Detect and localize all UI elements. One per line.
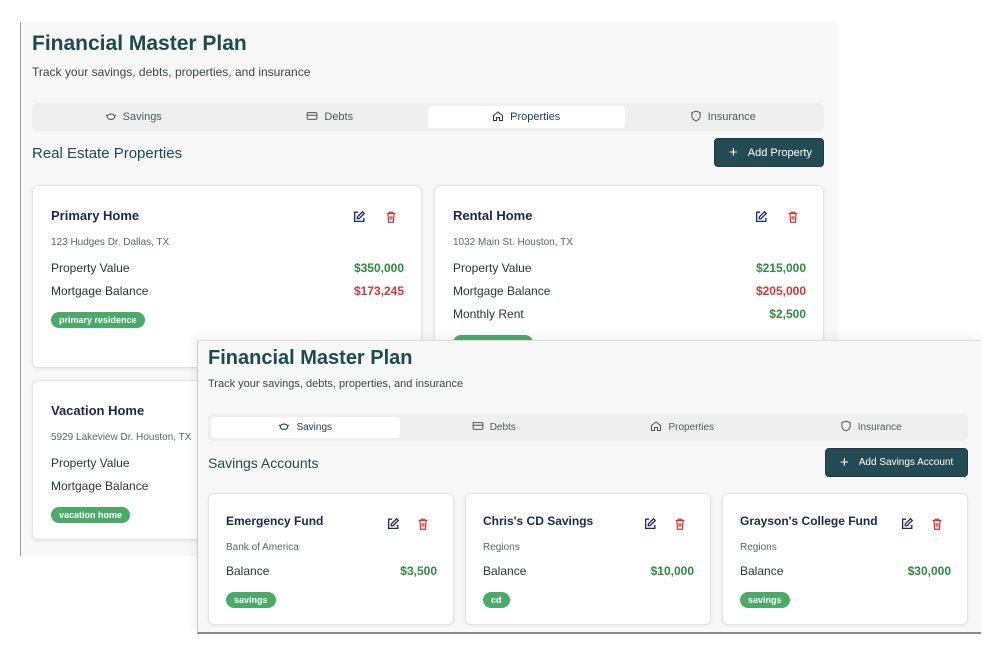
trash-icon[interactable] <box>673 517 687 531</box>
property-address: 123 Hudges Dr. Dallas, TX <box>51 237 170 248</box>
row-label: Property Value <box>51 261 130 275</box>
balance-value: $3,500 <box>400 564 437 578</box>
plus-icon: + <box>840 454 849 471</box>
property-value-row: Property Value $215,000 <box>453 261 806 275</box>
section-title: Real Estate Properties <box>32 145 183 162</box>
edit-icon[interactable] <box>900 517 914 531</box>
page-title: Financial Master Plan <box>32 32 247 55</box>
tab-label: Insurance <box>857 422 902 433</box>
tab-label: Debts <box>324 111 354 123</box>
account-name: Emergency Fund <box>226 514 324 528</box>
trash-icon[interactable] <box>930 517 944 531</box>
property-address: 1032 Main St. Houston, TX <box>453 237 573 248</box>
property-address: 5929 Lakeview Dr. Houston, TX <box>51 432 192 443</box>
property-name: Rental Home <box>453 208 533 223</box>
tab-label: Properties <box>668 422 715 433</box>
tab-properties[interactable]: Properties <box>428 106 625 128</box>
credit-card-icon <box>472 420 484 435</box>
row-value: $173,245 <box>353 284 404 298</box>
edit-icon[interactable] <box>643 517 657 531</box>
tab-label: Savings <box>122 111 162 123</box>
shield-icon <box>840 420 852 435</box>
institution-name: Regions <box>740 542 777 553</box>
row-label: Mortgage Balance <box>51 284 149 298</box>
section-title: Savings Accounts <box>208 455 319 471</box>
savings-card: Emergency Fund Bank of America Balance $… <box>208 493 454 625</box>
balance-value: $10,000 <box>650 564 694 578</box>
property-name: Primary Home <box>51 208 140 223</box>
page-subtitle: Track your savings, debts, properties, a… <box>208 378 464 390</box>
home-icon <box>650 420 662 435</box>
tab-bar: Savings Debts Properties Insurance <box>32 103 824 131</box>
shield-icon <box>690 110 702 125</box>
add-property-button[interactable]: + Add Property <box>714 138 824 167</box>
row-label: Balance <box>740 564 784 578</box>
mortgage-balance-row: Mortgage Balance $173,245 <box>51 284 404 298</box>
edit-icon[interactable] <box>352 210 366 224</box>
row-label: Mortgage Balance <box>453 284 551 298</box>
account-type-badge: savings <box>740 592 790 608</box>
add-button-label: Add Property <box>747 146 812 159</box>
trash-icon[interactable] <box>384 210 398 224</box>
edit-icon[interactable] <box>754 210 768 224</box>
page-title: Financial Master Plan <box>208 347 413 369</box>
institution-name: Regions <box>483 542 520 553</box>
property-value-row: Property Value $350,000 <box>51 261 404 275</box>
status-badge: primary residence <box>51 312 145 328</box>
monthly-rent-row: Monthly Rent $2,500 <box>453 307 806 321</box>
row-label: Balance <box>226 564 270 578</box>
tab-savings[interactable]: Savings <box>35 106 232 128</box>
tab-debts[interactable]: Debts <box>400 417 589 438</box>
mortgage-balance-row: Mortgage Balance $205,000 <box>453 284 806 298</box>
credit-card-icon <box>306 110 318 125</box>
institution-name: Bank of America <box>226 542 299 553</box>
plus-icon: + <box>729 144 738 161</box>
home-icon <box>492 110 504 125</box>
tab-savings[interactable]: Savings <box>211 417 400 438</box>
tab-label: Savings <box>296 422 333 433</box>
tab-debts[interactable]: Debts <box>232 106 429 128</box>
trash-icon[interactable] <box>416 517 430 531</box>
row-value: $2,500 <box>769 307 806 321</box>
status-badge: vacation home <box>51 507 131 523</box>
trash-icon[interactable] <box>786 210 800 224</box>
tab-label: Debts <box>489 422 516 433</box>
balance-row: Balance $3,500 <box>226 564 437 578</box>
savings-card: Grayson's College Fund Regions Balance $… <box>722 493 968 625</box>
tab-label: Properties <box>510 111 561 123</box>
account-type-badge: cd <box>483 592 510 608</box>
add-savings-account-button[interactable]: + Add Savings Account <box>825 448 968 477</box>
row-label: Monthly Rent <box>453 307 524 321</box>
property-name: Vacation Home <box>51 403 145 418</box>
row-label: Property Value <box>453 261 532 275</box>
page-subtitle: Track your savings, debts, properties, a… <box>32 65 311 79</box>
piggy-bank-icon <box>278 420 290 435</box>
piggy-bank-icon <box>105 110 117 125</box>
tab-insurance[interactable]: Insurance <box>777 417 966 438</box>
savings-card: Chris's CD Savings Regions Balance $10,0… <box>465 493 711 625</box>
tab-bar: Savings Debts Properties Insurance <box>208 414 968 441</box>
balance-value: $30,000 <box>907 564 951 578</box>
account-type-badge: savings <box>226 592 276 608</box>
edit-icon[interactable] <box>386 517 400 531</box>
row-value: $215,000 <box>755 261 806 275</box>
account-name: Grayson's College Fund <box>740 514 878 528</box>
add-button-label: Add Savings Account <box>858 457 954 468</box>
row-value: $350,000 <box>353 261 404 275</box>
account-name: Chris's CD Savings <box>483 514 594 528</box>
tab-insurance[interactable]: Insurance <box>625 106 822 128</box>
balance-row: Balance $10,000 <box>483 564 694 578</box>
row-label: Balance <box>483 564 527 578</box>
row-label: Mortgage Balance <box>51 479 149 493</box>
balance-row: Balance $30,000 <box>740 564 951 578</box>
tab-properties[interactable]: Properties <box>588 417 777 438</box>
tab-label: Insurance <box>707 111 756 123</box>
row-value: $205,000 <box>755 284 806 298</box>
row-label: Property Value <box>51 456 130 470</box>
savings-window: Financial Master Plan Track your savings… <box>197 340 981 634</box>
